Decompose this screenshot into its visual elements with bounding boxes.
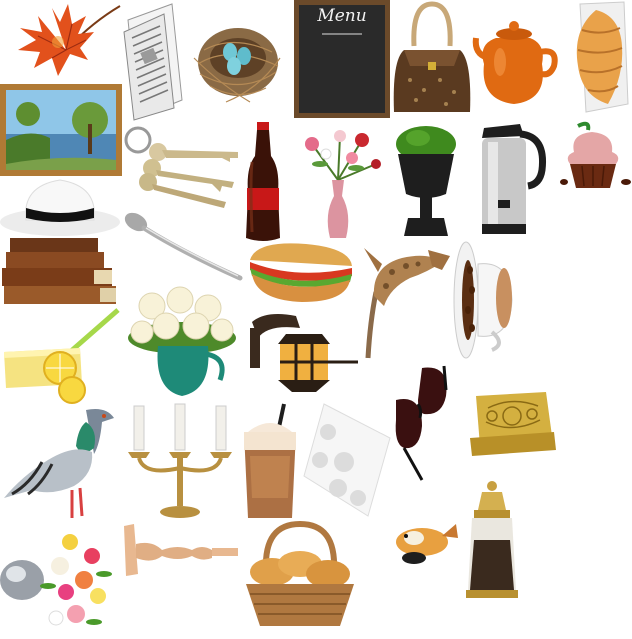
- thermos-jug: [474, 120, 547, 236]
- potted-boxwood: [394, 124, 458, 238]
- cupcake: [560, 118, 632, 192]
- croissant-on-plate: [562, 0, 632, 114]
- candelabra: [124, 402, 236, 520]
- pigeon: [2, 404, 120, 522]
- leather-handbag: [390, 0, 474, 118]
- newspaper: [122, 2, 184, 121]
- pepper-grinder: [462, 480, 522, 600]
- flower-vase: [292, 124, 384, 242]
- coffee-cup-with-beans: [452, 240, 518, 362]
- cola-bottle: [244, 122, 282, 242]
- bread-basket: [240, 520, 360, 630]
- iced-coffee: [240, 402, 300, 520]
- orange-teapot: [472, 4, 558, 114]
- bird-nest-with-eggs: [190, 4, 286, 108]
- cat-toy: [392, 516, 460, 566]
- leaping-cat: [362, 242, 450, 360]
- chalkboard-menu: Menu: [294, 0, 390, 118]
- framed-landscape-painting: [0, 84, 122, 176]
- wall-lantern: [246, 308, 362, 400]
- white-hat: [0, 176, 122, 238]
- sandwich: [246, 240, 356, 306]
- sunglasses: [392, 360, 452, 481]
- wooden-candlestick: [122, 520, 240, 580]
- spoon: [122, 208, 243, 286]
- menu-title: Menu: [317, 6, 367, 26]
- roses-in-jug: [122, 286, 242, 400]
- keys: [122, 122, 240, 208]
- flower-bouquet-lamp: [0, 526, 122, 636]
- lemonade-glass: [0, 306, 120, 404]
- gold-napkin-holder: [466, 388, 558, 458]
- autumn-leaf: [8, 2, 121, 78]
- old-books: [0, 236, 118, 306]
- lace-napkin: [302, 402, 392, 518]
